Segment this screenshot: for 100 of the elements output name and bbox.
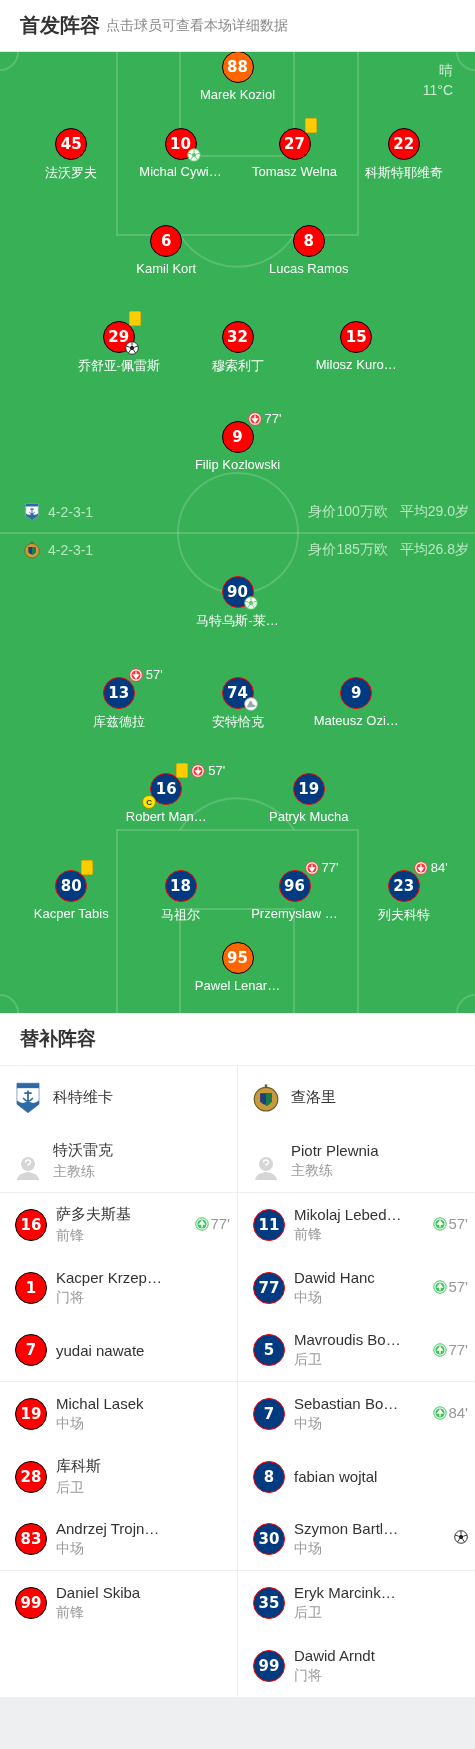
boot-icon — [243, 697, 258, 711]
player-number-button[interactable]: 45 — [55, 128, 88, 160]
player-name: 库兹德拉 — [92, 713, 145, 731]
player-name: Milosz Kuro… — [315, 357, 397, 372]
player-position: 门将 — [56, 1288, 85, 1307]
player-number-button[interactable]: 77 — [253, 1271, 285, 1304]
player-name: Mavroudis Bo… — [294, 1331, 401, 1348]
booking-card-icon — [128, 311, 141, 326]
player-number-button[interactable]: 11 — [253, 1208, 285, 1241]
player-number-button[interactable]: 99 — [253, 1649, 285, 1682]
booking-card-icon — [81, 860, 94, 875]
player-name: Pawel Lenar… — [194, 978, 281, 993]
coach-role: 主教练 — [53, 1162, 96, 1181]
player-name: 马祖尔 — [161, 906, 200, 924]
person-avatar-icon — [253, 1154, 279, 1181]
player-number-button[interactable]: 13 — [102, 677, 135, 709]
substitution-minute: 57' — [208, 763, 226, 778]
player-name: Kacper Krzep… — [56, 1268, 162, 1286]
player-number-button[interactable]: 6 — [150, 225, 183, 257]
weather-condition: 晴 — [439, 61, 453, 80]
player-position: 中场 — [294, 1414, 323, 1433]
player-number-button[interactable]: 28 — [15, 1460, 47, 1493]
ball-icon — [124, 341, 139, 355]
player-number-button[interactable]: 9 — [340, 677, 373, 709]
arrow-down-icon — [128, 667, 143, 682]
arrow-down-icon — [304, 860, 319, 875]
ball-icon — [243, 596, 258, 610]
player-number-button[interactable]: 7 — [253, 1397, 285, 1430]
substitution-minute: 77' — [264, 411, 282, 426]
player-number-button[interactable]: 22 — [387, 128, 420, 160]
player-name: yudai nawate — [56, 1341, 145, 1359]
player-number-button[interactable]: 8 — [253, 1460, 285, 1493]
substitution-minute: 57' — [145, 667, 163, 682]
substitution-minute: 84' — [448, 1404, 468, 1421]
player-number-button[interactable]: 15 — [340, 321, 373, 353]
arrow-down-icon — [413, 860, 428, 875]
player-number-button[interactable]: 5 — [253, 1334, 285, 1366]
ball-icon — [454, 1530, 468, 1544]
player-number-button[interactable]: 30 — [253, 1523, 285, 1555]
player-number-button[interactable]: 8 — [292, 225, 325, 257]
player-number-button[interactable]: 80 — [55, 870, 88, 902]
player-name: 乔舒亚-佩雷斯 — [77, 357, 160, 375]
corner-arc — [456, 52, 475, 71]
player-name: Robert Man… — [125, 809, 207, 824]
arrow-up-icon — [433, 1216, 448, 1231]
substitution-minute: 77' — [210, 1215, 230, 1232]
player-number-button[interactable]: 35 — [253, 1586, 285, 1619]
player-name: Kacper Tabis — [33, 906, 109, 921]
player-position: 中场 — [294, 1540, 323, 1558]
player-name: Dawid Arndt — [294, 1646, 375, 1664]
player-number-button[interactable]: 74 — [221, 677, 254, 709]
player-number-button[interactable]: 19 — [15, 1397, 47, 1430]
player-name: Mateusz Ozi… — [313, 713, 399, 728]
player-name: 列夫科特 — [377, 906, 430, 924]
player-number-button[interactable]: 95 — [221, 942, 254, 974]
coach-name: Piotr Plewnia — [291, 1141, 379, 1159]
player-position: 后卫 — [56, 1478, 85, 1497]
player-number-button[interactable]: 7 — [15, 1334, 47, 1366]
player-number-button[interactable]: 16 — [15, 1208, 47, 1241]
team-value-text: 身价185万欧 — [308, 541, 388, 559]
captain-badge: C — [142, 795, 157, 809]
player-number-button[interactable]: 27 — [278, 128, 311, 160]
player-name: 安特恰克 — [211, 713, 264, 731]
arrow-up-icon — [433, 1405, 448, 1420]
player-number-button[interactable]: 1 — [15, 1271, 47, 1304]
section-title: 首发阵容 — [20, 13, 100, 38]
player-number-button[interactable]: 18 — [164, 870, 197, 902]
average-age-text: 平均29.0岁 — [399, 503, 469, 521]
player-number-button[interactable]: 9 — [221, 421, 254, 453]
player-position: 中场 — [56, 1540, 85, 1558]
corner-arc — [0, 994, 19, 1013]
round-crest-icon — [253, 1081, 279, 1114]
player-number-button[interactable]: 90 — [221, 576, 254, 608]
player-name: Patryk Mucha — [269, 809, 349, 824]
player-position: 中场 — [56, 1414, 85, 1433]
shield-crest-icon — [15, 1081, 41, 1114]
player-name: Filip Kozlowski — [194, 457, 281, 472]
arrow-up-icon — [433, 1342, 448, 1357]
player-number-button[interactable]: 10 — [164, 128, 197, 160]
player-position: 后卫 — [294, 1603, 323, 1622]
player-number-button[interactable]: 88 — [221, 52, 254, 83]
player-name: 科斯特耶维奇 — [364, 164, 443, 182]
player-name: Kamil Kort — [136, 261, 197, 276]
player-number-button[interactable]: 19 — [292, 773, 325, 805]
player-number-button[interactable]: 23 — [387, 870, 420, 902]
player-number-button[interactable]: 32 — [221, 321, 254, 353]
substitution-minute: 57' — [448, 1215, 468, 1232]
player-name: fabian wojtal — [294, 1468, 378, 1485]
player-number-button[interactable]: 96 — [278, 870, 311, 902]
player-name: Mikolaj Lebed… — [294, 1205, 402, 1223]
team-value-text: 身价100万欧 — [308, 503, 388, 521]
player-name: Marek Koziol — [199, 87, 276, 102]
player-number-button[interactable]: 99 — [15, 1586, 47, 1619]
player-name: 萨多夫斯基 — [56, 1204, 131, 1224]
section-title: 替补阵容 — [0, 1013, 475, 1066]
player-number-button[interactable]: 29 — [102, 321, 135, 353]
player-position: 前锋 — [294, 1225, 323, 1244]
player-name: 马特乌斯-莱… — [196, 612, 279, 630]
player-name: Tomasz Welna — [252, 164, 337, 179]
player-number-button[interactable]: 83 — [15, 1523, 47, 1555]
